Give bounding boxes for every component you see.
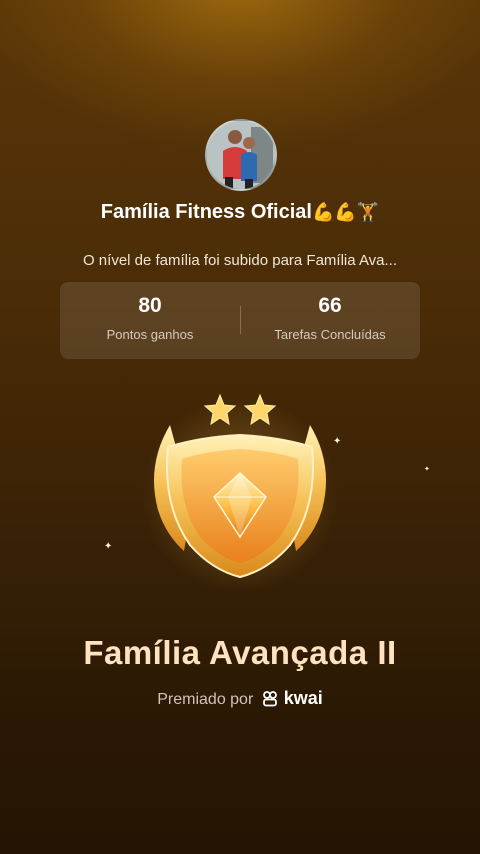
stat-tasks-value: 66 [318,294,342,317]
stat-points: 80 Pontos ganhos [60,294,240,342]
stat-points-value: 80 [138,294,162,317]
group-name: Família Fitness Oficial💪💪🏋 [0,201,480,224]
group-name-text: Família Fitness Oficial [100,201,312,223]
awarded-by: Premiado por kwai [0,688,480,709]
badge-title: Família Avançada II [83,634,397,671]
level-badge-icon [142,393,338,590]
kwai-logo-icon [262,691,277,707]
stat-points-label: Pontos ganhos [106,327,194,342]
group-avatar[interactable] [205,119,277,191]
stat-tasks: 66 Tarefas Concluídas [240,294,420,342]
kwai-brand: kwai [283,688,323,708]
level-up-message: O nível de família foi subido para Famíl… [82,252,398,269]
avatar-photo [207,121,275,189]
sparkle-icon: ✦ [104,541,113,552]
awarded-prefix: Premiado por [157,691,254,708]
sparkle-icon: ✦ [424,466,430,473]
group-name-emojis: 💪💪🏋 [311,202,380,222]
stat-tasks-label: Tarefas Concluídas [274,327,386,342]
stats-panel: 80 Pontos ganhos 66 Tarefas Concluídas [60,282,420,359]
